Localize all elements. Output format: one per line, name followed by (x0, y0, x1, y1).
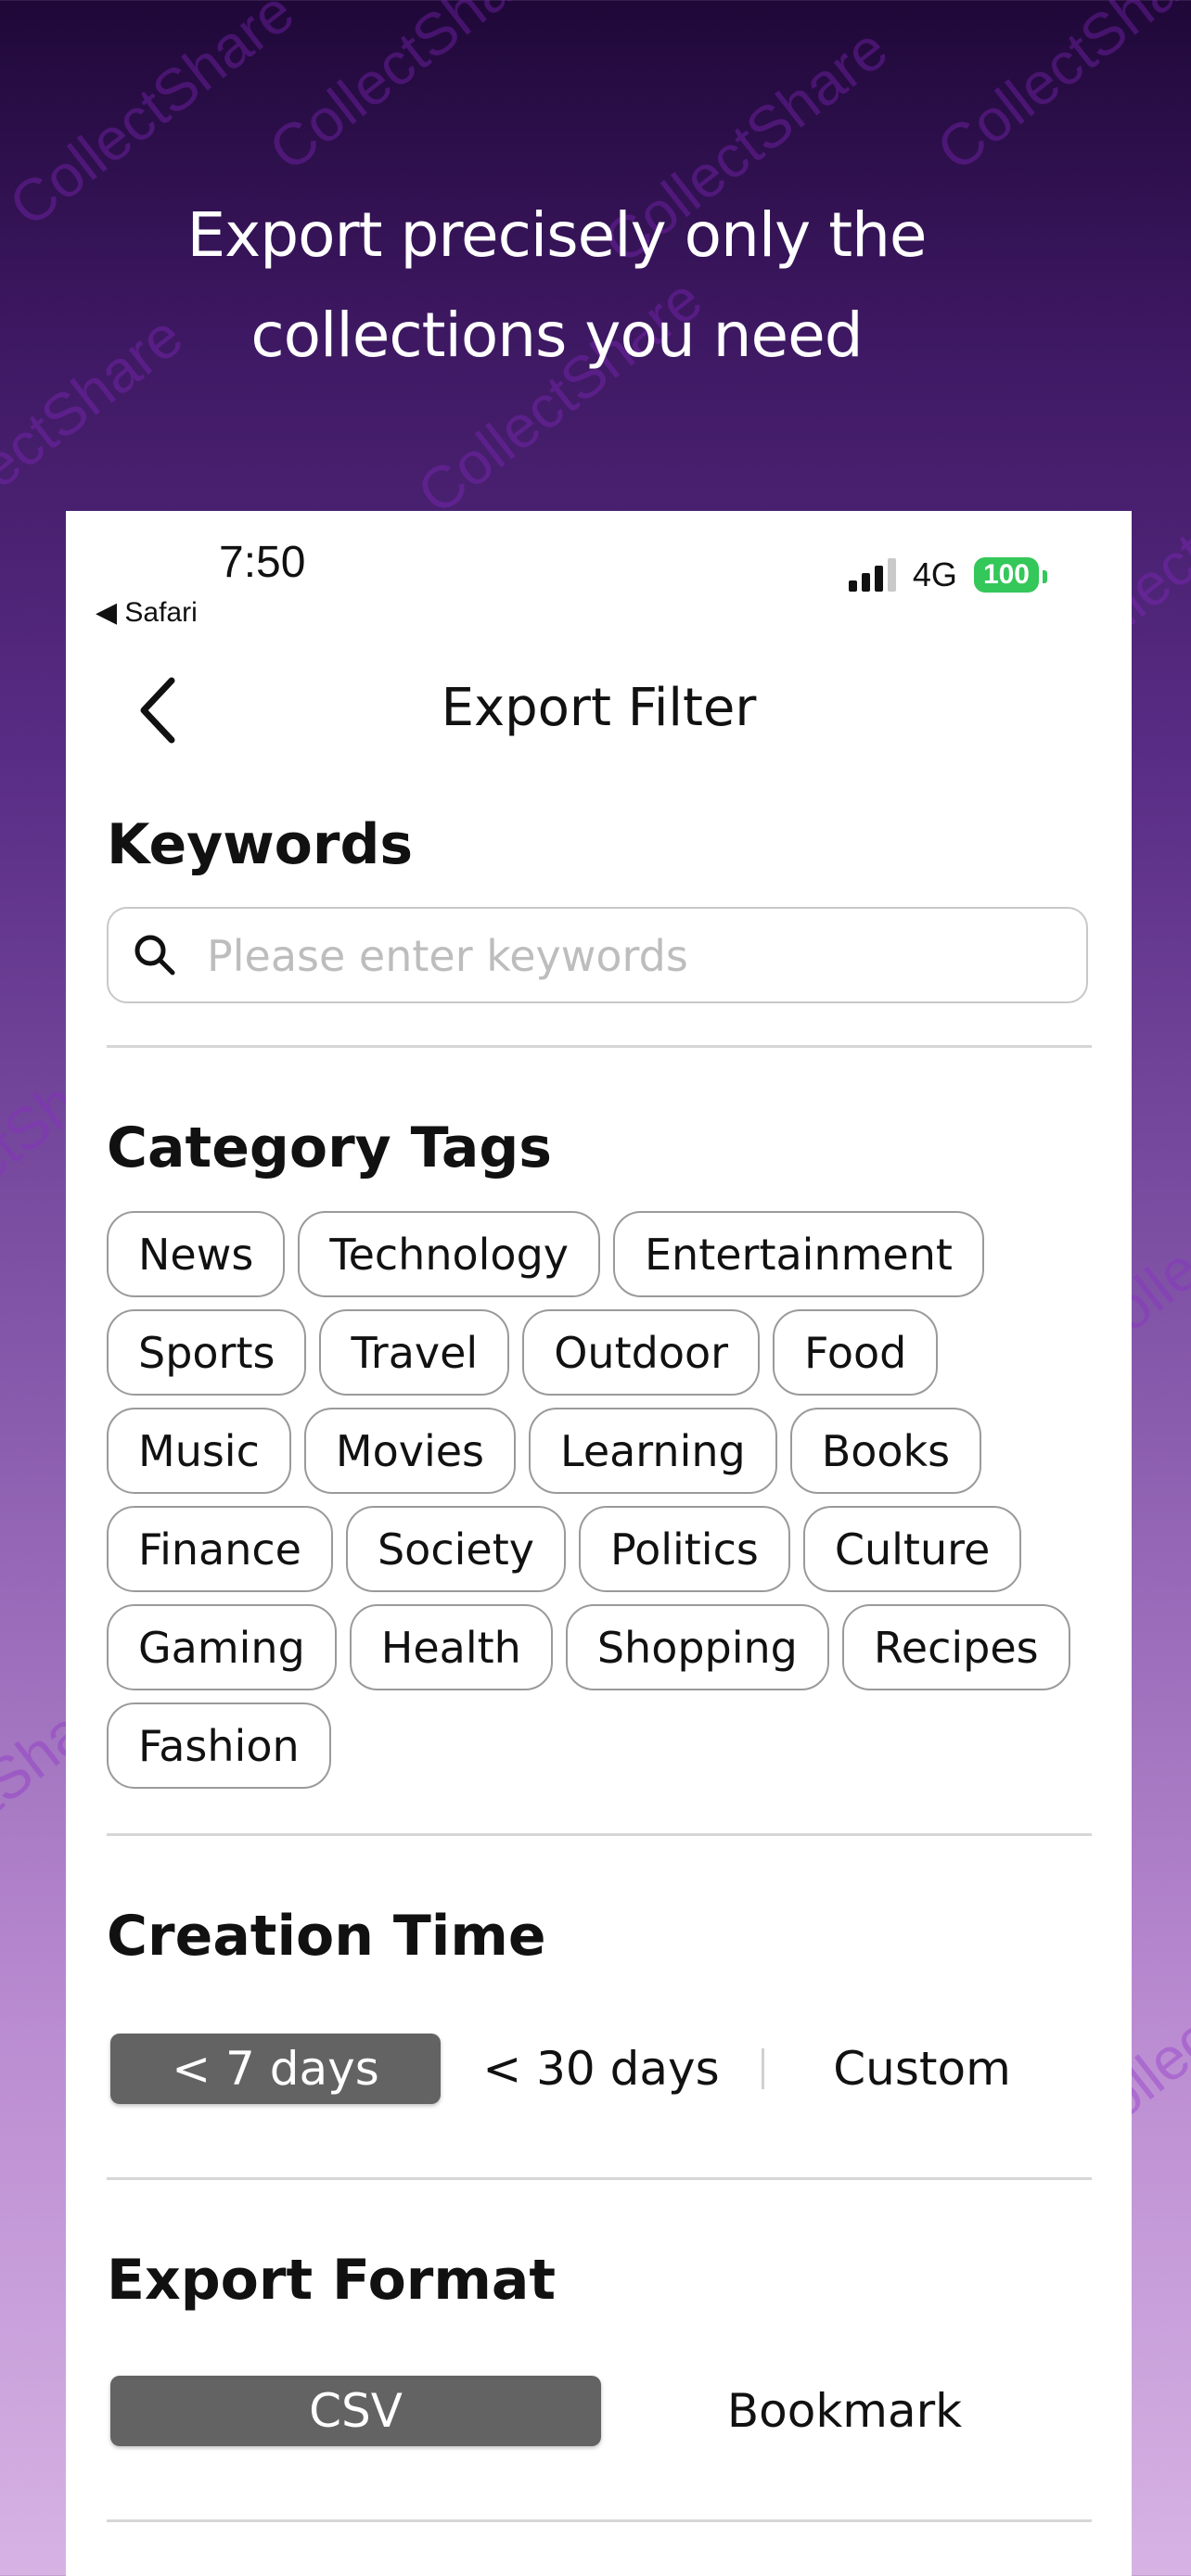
creation-time-7-days-option[interactable]: < 7 days (110, 2034, 441, 2104)
keyword-search-input[interactable] (205, 920, 1062, 992)
status-indicators: 4G 100 (848, 555, 1048, 594)
search-icon (134, 935, 175, 976)
export-format-bookmark-option[interactable]: Bookmark (601, 2376, 1088, 2446)
network-type: 4G (912, 555, 957, 593)
tag-news[interactable]: News (107, 1211, 286, 1297)
tag-finance[interactable]: Finance (107, 1506, 333, 1592)
tag-music[interactable]: Music (107, 1408, 291, 1494)
creation-time-segmented-control: < 7 days < 30 days Custom (107, 2032, 1092, 2106)
tag-fashion[interactable]: Fashion (107, 1702, 331, 1789)
signal-icon (848, 558, 896, 592)
export-format-heading: Export Format (107, 2248, 557, 2313)
creation-time-custom-option[interactable]: Custom (764, 2034, 1080, 2104)
tag-movies[interactable]: Movies (303, 1408, 516, 1494)
divider (107, 1045, 1092, 1048)
creation-time-30-days-option[interactable]: < 30 days (441, 2034, 762, 2104)
phone-screen: 7:50 ◀ Safari 4G 100 Export Filter Keywo… (66, 511, 1132, 2576)
tag-learning[interactable]: Learning (529, 1408, 777, 1494)
headline-line-1: Export precisely only the (186, 199, 927, 271)
tag-technology[interactable]: Technology (298, 1211, 600, 1297)
tag-travel[interactable]: Travel (319, 1309, 510, 1396)
tag-books[interactable]: Books (789, 1408, 982, 1494)
watermark-text: CollectShare (924, 0, 1191, 185)
tag-outdoor[interactable]: Outdoor (522, 1309, 761, 1396)
promo-headline: Export precisely only the collections yo… (0, 185, 1113, 386)
page-title: Export Filter (441, 678, 757, 738)
export-format-csv-option[interactable]: CSV (110, 2376, 601, 2446)
tag-food[interactable]: Food (773, 1309, 939, 1396)
headline-line-2: collections you need (250, 300, 863, 371)
tag-shopping[interactable]: Shopping (565, 1604, 829, 1690)
back-to-safari-link[interactable]: ◀ Safari (96, 596, 198, 629)
tag-entertainment[interactable]: Entertainment (612, 1211, 984, 1297)
export-format-segmented-control: CSV Bookmark (107, 2374, 1092, 2448)
divider (107, 1833, 1092, 1836)
tag-gaming[interactable]: Gaming (107, 1604, 337, 1690)
keywords-heading: Keywords (107, 812, 414, 877)
tag-culture[interactable]: Culture (802, 1506, 1022, 1592)
tag-society[interactable]: Society (345, 1506, 566, 1592)
tag-politics[interactable]: Politics (578, 1506, 790, 1592)
watermark-text: CollectShare (256, 0, 566, 185)
status-time: 7:50 (219, 538, 306, 587)
battery-icon: 100 (973, 557, 1048, 593)
category-tag-list: News Technology Entertainment Sports Tra… (107, 1211, 1099, 1789)
category-tags-heading: Category Tags (107, 1116, 552, 1180)
tag-health[interactable]: Health (349, 1604, 553, 1690)
divider (107, 2177, 1092, 2180)
tag-recipes[interactable]: Recipes (841, 1604, 1070, 1690)
creation-time-heading: Creation Time (107, 1904, 546, 1969)
tag-sports[interactable]: Sports (107, 1309, 307, 1396)
keyword-search-box (107, 907, 1088, 1003)
divider (107, 2519, 1092, 2522)
